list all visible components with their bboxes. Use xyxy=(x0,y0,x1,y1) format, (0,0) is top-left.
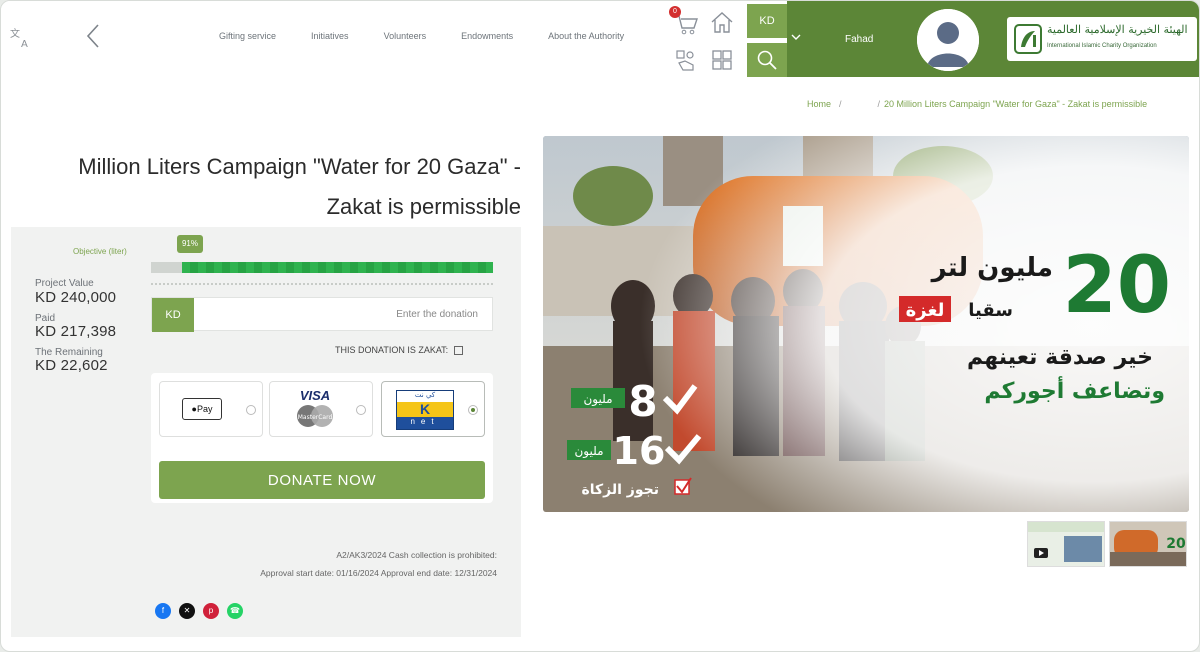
objective-label: Objective (liter) xyxy=(73,247,127,256)
progress-bar-fill xyxy=(181,262,493,273)
main-nav: Gifting service Initiatives Volunteers E… xyxy=(211,31,659,41)
thumbnail-number: 20 xyxy=(1166,536,1186,552)
svg-text:文: 文 xyxy=(10,27,20,40)
logo-arabic-text: الهيئة الخيرية الإسلامية العالمية xyxy=(1047,23,1188,36)
progress-bar xyxy=(151,262,493,273)
svg-text:MasterCard: MasterCard xyxy=(298,414,333,421)
visa-text: VISA xyxy=(299,388,331,403)
currency-selector[interactable]: KD xyxy=(747,4,787,38)
payment-option-visa[interactable]: VISA MasterCard xyxy=(269,381,373,437)
nav-initiatives[interactable]: Initiatives xyxy=(311,31,349,41)
apple-pay-text: Pay xyxy=(196,404,213,414)
hero-line-1: خير صدقة تعينهم xyxy=(967,345,1153,370)
organization-logo[interactable]: الهيئة الخيرية الإسلامية العالمية Intern… xyxy=(1007,17,1197,61)
breadcrumb-separator: / xyxy=(839,99,842,109)
hero-zakat-permitted: تجوز الزكاة xyxy=(582,482,660,498)
hero-milestone-2-number: 16 xyxy=(613,429,666,473)
approval-dates: Approval start date: 01/16/2024 Approval… xyxy=(260,568,497,578)
mastercard-icon: MasterCard xyxy=(297,405,333,427)
nav-endowments[interactable]: Endowments xyxy=(461,31,513,41)
logo-mark-icon xyxy=(1013,23,1043,55)
nav-about-authority[interactable]: About the Authority xyxy=(548,31,624,41)
campaign-hero-image[interactable]: 20 مليون لتر لغزة سقيا خير صدقة تعينهم و… xyxy=(543,136,1189,512)
header: 文A Gifting service Initiatives Volunteer… xyxy=(1,1,1199,77)
project-value: KD 240,000 xyxy=(35,289,117,306)
back-arrow-icon[interactable] xyxy=(85,23,107,53)
dotted-divider xyxy=(151,283,493,287)
cart-count-badge: 0 xyxy=(669,6,681,18)
x-share-icon[interactable]: ✕ xyxy=(179,603,195,619)
chevron-down-icon[interactable] xyxy=(791,33,801,44)
user-name[interactable]: Fahad xyxy=(845,34,873,45)
translate-icon[interactable]: 文A xyxy=(9,27,37,51)
progress-percent-badge: 91% xyxy=(177,235,203,253)
grid-menu-icon[interactable] xyxy=(707,45,737,75)
donation-amount-field[interactable]: KD Enter the donation xyxy=(151,297,493,332)
hero-line-2: وتضاعف أجوركم xyxy=(984,375,1165,404)
remaining-value: KD 22,602 xyxy=(35,357,108,374)
payment-option-apple-pay[interactable]: ●Pay xyxy=(159,381,263,437)
page-frame: 文A Gifting service Initiatives Volunteer… xyxy=(0,0,1200,652)
search-icon xyxy=(757,50,777,70)
breadcrumb: Home //20 Million Liters Campaign "Water … xyxy=(807,99,1147,109)
logo-english-text: International Islamic Charity Organizati… xyxy=(1047,43,1157,49)
hero-million-liter: مليون لتر xyxy=(930,253,1053,283)
radio-visa[interactable] xyxy=(356,405,366,415)
nav-volunteers[interactable]: Volunteers xyxy=(384,31,427,41)
zakat-checkbox[interactable] xyxy=(454,346,464,356)
project-value-label: Project Value xyxy=(35,278,94,289)
zakat-checkbox-label: THIS DONATION IS ZAKAT: xyxy=(335,345,449,355)
hero-milestone-1-unit: مليون xyxy=(583,392,612,407)
hero-water-for: سقيا xyxy=(968,300,1013,321)
donate-now-button[interactable]: DONATE NOW xyxy=(159,461,485,499)
facebook-share-icon[interactable]: f xyxy=(155,603,171,619)
hero-milestone-1-number: 8 xyxy=(628,377,657,426)
breadcrumb-separator: / xyxy=(877,99,881,109)
whatsapp-share-icon[interactable]: ☎ xyxy=(227,603,243,619)
thumbnail-image[interactable]: 20 xyxy=(1109,521,1187,567)
donation-amount-placeholder[interactable]: Enter the donation xyxy=(396,309,478,320)
hero-big-number: 20 xyxy=(1062,241,1171,331)
payment-option-knet[interactable]: كي نت K net xyxy=(381,381,485,437)
radio-knet[interactable] xyxy=(468,405,478,415)
breadcrumb-home[interactable]: Home xyxy=(807,99,831,109)
visa-mastercard-logo: VISA MasterCard xyxy=(290,388,340,432)
donation-panel: Project Value KD 240,000 Paid KD 217,398… xyxy=(11,227,521,637)
hero-illustration: 20 مليون لتر لغزة سقيا خير صدقة تعينهم و… xyxy=(543,136,1189,512)
zakat-checkbox-row[interactable]: THIS DONATION IS ZAKAT: xyxy=(335,345,464,356)
donation-currency-label: KD xyxy=(152,298,194,332)
svg-text:A: A xyxy=(21,39,28,49)
thumbnail-video[interactable] xyxy=(1027,521,1105,567)
knet-logo: كي نت K net xyxy=(396,390,454,430)
pinterest-share-icon[interactable]: p xyxy=(203,603,219,619)
page-title: Million Liters Campaign "Water for 20 Ga… xyxy=(78,154,521,219)
avatar[interactable] xyxy=(917,9,979,71)
knet-net-text: net xyxy=(410,417,440,426)
nav-gifting-service[interactable]: Gifting service xyxy=(219,31,276,41)
search-button[interactable] xyxy=(747,43,787,77)
apple-pay-logo: ●Pay xyxy=(182,398,222,420)
payment-methods: ●Pay VISA MasterCard كي نت K net DONATE … xyxy=(151,373,493,503)
radio-apple-pay[interactable] xyxy=(246,405,256,415)
hero-milestone-2-unit: مليون xyxy=(574,444,603,459)
license-note: A2/AK3/2024 Cash collection is prohibite… xyxy=(336,550,497,560)
paid-value: KD 217,398 xyxy=(35,323,117,340)
donation-hand-icon[interactable] xyxy=(671,45,701,75)
home-icon[interactable] xyxy=(707,7,737,37)
breadcrumb-current: 20 Million Liters Campaign "Water for Ga… xyxy=(884,99,1148,109)
hero-gaza: لغزة xyxy=(906,300,945,321)
knet-k-text: K xyxy=(397,402,453,417)
